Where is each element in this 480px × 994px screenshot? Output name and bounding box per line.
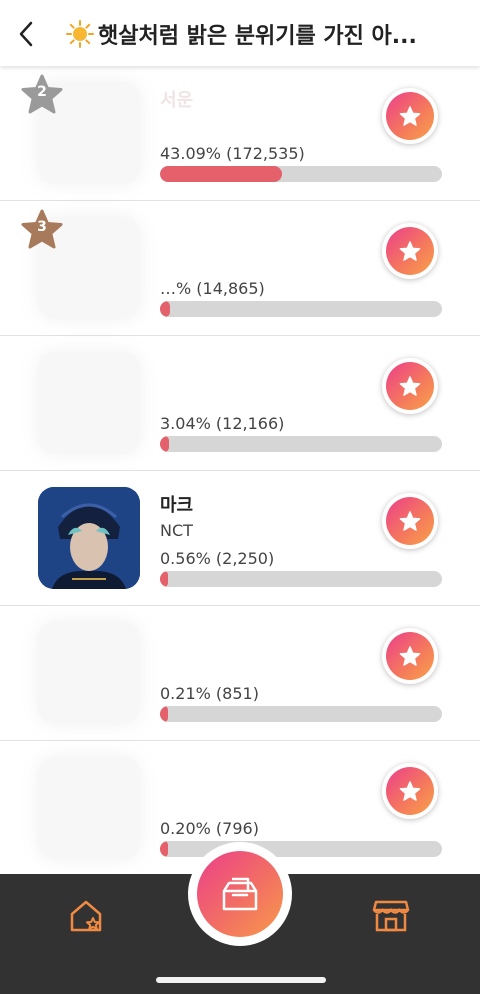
home-button[interactable] <box>66 896 106 936</box>
star-icon <box>399 781 421 801</box>
entry-percent: …% (14,865) <box>160 279 265 298</box>
avatar <box>38 487 140 589</box>
vote-button[interactable] <box>382 88 438 144</box>
vote-button[interactable] <box>382 358 438 414</box>
list-item[interactable]: 3.04% (12,166) <box>0 336 480 471</box>
list-item[interactable]: 3 …% (14,865) <box>0 201 480 336</box>
star-icon <box>399 511 421 531</box>
star-icon <box>399 376 421 396</box>
chevron-left-icon <box>19 21 33 47</box>
store-icon <box>372 900 410 932</box>
entry-percent: 0.20% (796) <box>160 819 259 838</box>
avatar <box>38 352 140 454</box>
vote-progress-fill <box>160 706 169 722</box>
rank-badge: 3 <box>20 209 64 251</box>
vote-button[interactable] <box>382 763 438 819</box>
vote-box-button[interactable] <box>188 842 292 946</box>
vote-button[interactable] <box>382 223 438 279</box>
home-indicator <box>156 977 326 983</box>
title-area: 햇살처럼 밝은 분위기를 가진 아... <box>66 18 466 50</box>
entry-percent: 0.56% (2,250) <box>160 549 275 568</box>
star-icon <box>399 646 421 666</box>
portrait-image <box>38 487 140 589</box>
vote-progress-fill <box>160 301 171 317</box>
list-item[interactable]: 마크 NCT 0.56% (2,250) <box>0 471 480 606</box>
star-icon <box>399 241 421 261</box>
entry-name: 마크 <box>160 495 194 516</box>
entry-percent: 0.21% (851) <box>160 684 259 703</box>
entry-group: NCT <box>160 521 193 540</box>
avatar <box>38 757 140 859</box>
vote-progress-bar <box>160 301 442 317</box>
vote-progress-fill <box>160 436 169 452</box>
list-item[interactable]: 0.21% (851) <box>0 606 480 741</box>
vote-progress-bar <box>160 841 442 857</box>
vote-progress-bar <box>160 571 442 587</box>
rank-badge: 2 <box>20 74 64 116</box>
vote-progress-fill <box>160 166 282 182</box>
vote-progress-fill <box>160 841 169 857</box>
page-title: 햇살처럼 밝은 분위기를 가진 아... <box>98 24 417 49</box>
entry-percent: 43.09% (172,535) <box>160 144 305 163</box>
avatar <box>38 622 140 724</box>
header: 햇살처럼 밝은 분위기를 가진 아... <box>0 0 480 66</box>
vote-progress-bar <box>160 166 442 182</box>
ballot-box-icon <box>222 877 258 911</box>
ranking-list: 2 서운 43.09% (172,535) 3 …% (14,865) 3.04… <box>0 66 480 876</box>
back-button[interactable] <box>14 20 38 48</box>
entry-name: 서운 <box>160 90 194 111</box>
home-star-icon <box>70 900 102 932</box>
entry-percent: 3.04% (12,166) <box>160 414 285 433</box>
sun-icon <box>66 20 94 48</box>
vote-progress-fill <box>160 571 169 587</box>
store-button[interactable] <box>372 896 410 934</box>
star-icon <box>399 106 421 126</box>
vote-progress-bar <box>160 436 442 452</box>
vote-button[interactable] <box>382 628 438 684</box>
vote-progress-bar <box>160 706 442 722</box>
vote-button[interactable] <box>382 493 438 549</box>
list-item[interactable]: 2 서운 43.09% (172,535) <box>0 66 480 201</box>
